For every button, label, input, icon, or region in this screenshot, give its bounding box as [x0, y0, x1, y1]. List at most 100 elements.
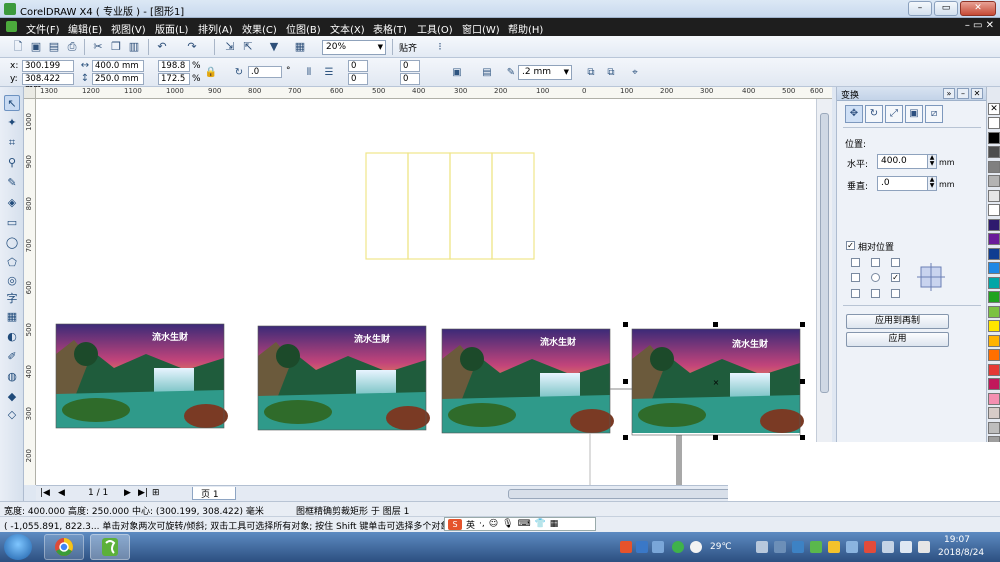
interactive-fill-tool-icon[interactable]: ◇ [4, 407, 20, 423]
smart-fill-tool-icon[interactable]: ◈ [4, 195, 20, 211]
coreldraw-taskbar-button[interactable] [90, 534, 130, 560]
docker-minimize-button[interactable]: – [957, 88, 969, 99]
clock-date[interactable]: 2018/8/24 [938, 548, 984, 558]
zoom-tool-icon[interactable]: ⚲ [4, 155, 20, 171]
anchor-top-right[interactable] [891, 258, 900, 267]
sogou-tray-icon[interactable] [620, 541, 632, 553]
vertical-scrollbar[interactable] [816, 99, 832, 485]
tray-icon[interactable] [774, 541, 786, 553]
menu-window[interactable]: 窗口(W) [462, 21, 500, 36]
close-button[interactable]: ✕ [960, 1, 996, 16]
skin-icon[interactable]: 👕 [535, 519, 546, 529]
color-swatch[interactable] [988, 146, 1000, 158]
next-page-icon[interactable]: ▶ [124, 488, 131, 498]
color-swatch[interactable] [988, 160, 1000, 173]
anchor-bottom-right[interactable] [891, 289, 900, 298]
object-width-field[interactable]: 400.0 mm [92, 60, 144, 72]
anchor-top-center[interactable] [871, 258, 880, 267]
crop-tool-icon[interactable]: ⌗ [4, 135, 20, 151]
ime-toolbar[interactable]: S 英 ·, ☺ 🎙 ⌨ 👕 ▦ [444, 517, 596, 531]
outline-tool-icon[interactable]: ◍ [4, 369, 20, 385]
color-swatch[interactable] [988, 218, 1000, 231]
convert-to-curves-icon[interactable]: ⌖ [628, 66, 642, 80]
no-fill-swatch[interactable]: ✕ [988, 103, 1000, 115]
relative-position-checkbox[interactable]: ✓ [846, 241, 855, 250]
security-tray-icon[interactable] [672, 541, 684, 553]
to-back-icon[interactable]: ⧉ [604, 66, 618, 80]
add-page-icon[interactable]: ⊞ [152, 488, 160, 498]
wrap-text-icon[interactable]: ▤ [480, 66, 494, 80]
help-tray-icon[interactable] [636, 541, 648, 553]
menu-file[interactable]: 文件(F) [26, 21, 60, 36]
tray-icon[interactable] [828, 541, 840, 553]
outline-width-combo[interactable]: .2 mm ▼ [518, 65, 572, 80]
polygon-tool-icon[interactable]: ⬠ [4, 255, 20, 271]
minimize-button[interactable]: – [908, 1, 932, 16]
basic-shapes-tool-icon[interactable]: ◎ [4, 273, 20, 289]
color-swatch[interactable] [988, 247, 1000, 260]
emoji-icon[interactable]: ☺ [489, 519, 498, 529]
docker-close-button[interactable]: ✕ [971, 88, 983, 99]
yellow-panel-group[interactable] [365, 152, 535, 260]
snap-to-button[interactable]: 贴齐 [399, 41, 417, 54]
anchor-bottom-center[interactable] [871, 289, 880, 298]
color-swatch[interactable] [988, 334, 1000, 347]
document-window-controls[interactable]: – ▭ ✕ [965, 20, 994, 31]
last-page-icon[interactable]: ▶| [138, 488, 148, 498]
microphone-icon[interactable]: 🎙 [502, 519, 513, 529]
color-swatch[interactable] [988, 392, 1000, 405]
mirror-horizontal-icon[interactable]: ⫴ [302, 66, 316, 80]
corner-radius-3-field[interactable]: 0 [400, 60, 420, 72]
color-swatch[interactable] [988, 320, 1000, 332]
ime-language[interactable]: 英 [466, 518, 475, 531]
color-swatch[interactable] [988, 131, 1000, 144]
punctuation-icon[interactable]: ·, [479, 519, 485, 529]
menu-edit[interactable]: 编辑(E) [68, 21, 102, 36]
lock-ratio-icon[interactable]: 🔒 [204, 66, 218, 80]
menu-view[interactable]: 视图(V) [111, 21, 146, 36]
rotate-tab-icon[interactable]: ↻ [865, 105, 883, 123]
maximize-button[interactable]: ▭ [934, 1, 958, 16]
to-front-icon[interactable]: ⧉ [584, 66, 598, 80]
object-height-field[interactable]: 250.0 mm [92, 73, 144, 85]
horizontal-position-field[interactable]: 400.0 [877, 154, 929, 169]
corner-radius-1-field[interactable]: 0 [348, 60, 368, 72]
color-swatch[interactable] [988, 407, 1000, 419]
first-page-icon[interactable]: |◀ [40, 488, 50, 498]
ellipse-tool-icon[interactable]: ◯ [4, 235, 20, 251]
x-position-field[interactable]: 300.199 mm [22, 60, 74, 81]
menu-text[interactable]: 文本(X) [330, 21, 365, 36]
y-position-field[interactable]: 308.422 mm [22, 73, 74, 94]
vertical-scroll-thumb[interactable] [820, 113, 829, 393]
color-swatch[interactable] [988, 233, 1000, 245]
anchor-middle-left[interactable] [851, 273, 860, 282]
vertical-ruler[interactable]: 1000 900 800 700 600 500 400 300 200 [24, 99, 36, 485]
anchor-middle-right[interactable]: ✓ [891, 273, 900, 282]
eyedropper-tool-icon[interactable]: ✐ [4, 349, 20, 365]
apply-button[interactable]: 应用 [846, 332, 949, 347]
open-folder-icon[interactable]: ▣ [28, 39, 44, 55]
cut-icon[interactable]: ✂ [90, 39, 106, 55]
skew-tab-icon[interactable]: ⧄ [925, 105, 943, 123]
menu-effects[interactable]: 效果(C) [242, 21, 277, 36]
vertical-spinner[interactable]: ▲ ▼ [927, 176, 937, 191]
drawing-canvas[interactable]: × 流水生财 流水生财 流水生财 流水生财 [36, 99, 816, 485]
color-swatch[interactable] [988, 189, 1000, 202]
menu-layout[interactable]: 版面(L) [155, 21, 188, 36]
horizontal-ruler[interactable]: 1300 1200 1100 1000 900 800 700 600 500 … [36, 87, 832, 99]
scale-y-field[interactable]: 172.5 [158, 73, 190, 85]
network-tray-icon[interactable] [652, 541, 664, 553]
ruler-origin[interactable] [24, 87, 36, 99]
chrome-taskbar-button[interactable] [44, 534, 84, 560]
tray-icon[interactable] [882, 541, 894, 553]
start-button[interactable] [4, 534, 32, 560]
table-tool-icon[interactable]: ▦ [4, 309, 20, 325]
collapse-icon[interactable]: » [943, 88, 955, 99]
round-corners-together-icon[interactable]: ▣ [450, 66, 464, 80]
color-swatch[interactable] [988, 349, 1000, 361]
tray-icon[interactable] [810, 541, 822, 553]
welcome-screen-icon[interactable]: ▦ [292, 39, 308, 55]
menu-arrange[interactable]: 排列(A) [198, 21, 233, 36]
document-icon[interactable] [6, 21, 17, 32]
prev-page-icon[interactable]: ◀ [58, 488, 65, 498]
